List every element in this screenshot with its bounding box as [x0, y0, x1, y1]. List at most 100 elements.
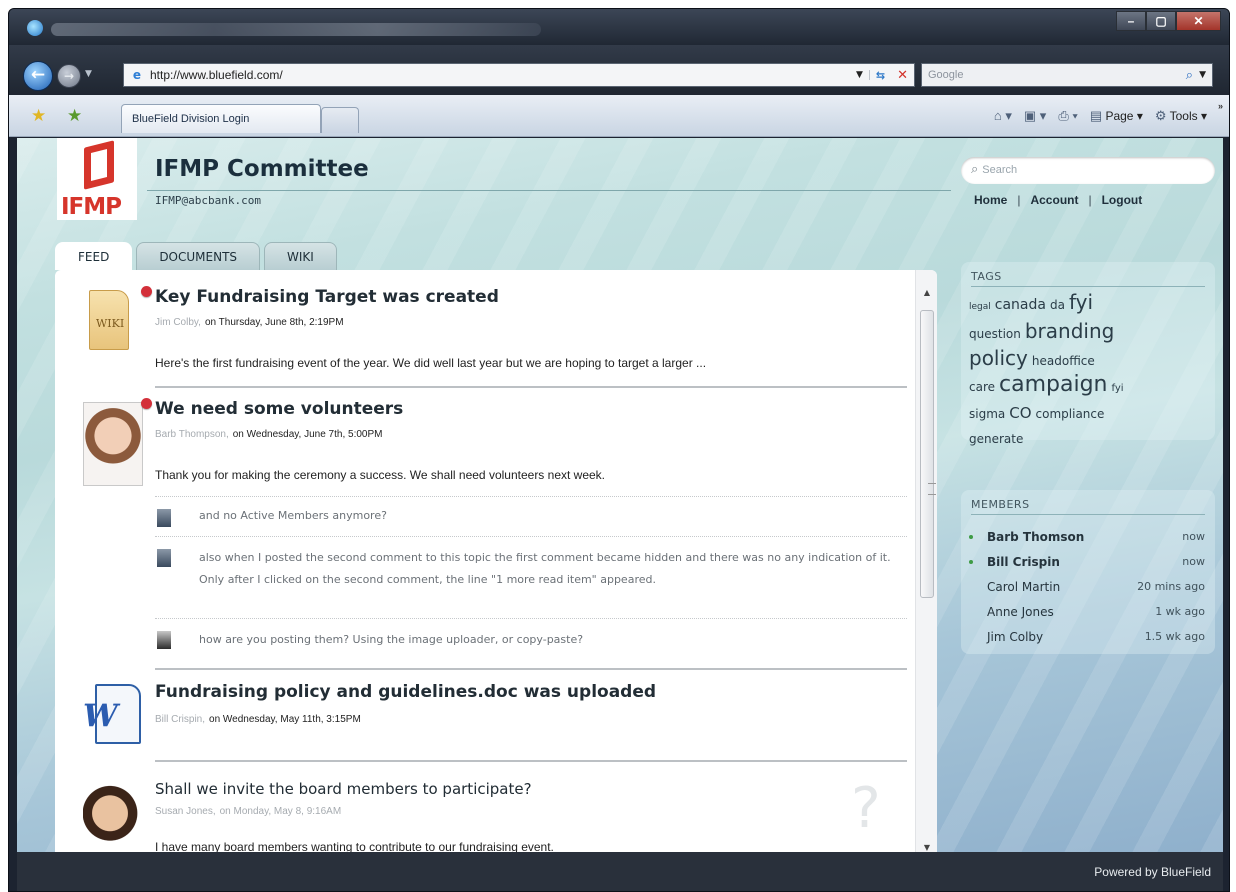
- members-divider: [971, 514, 1205, 515]
- tag-link[interactable]: fyi: [1069, 290, 1093, 314]
- post-title[interactable]: Fundraising policy and guidelines.doc wa…: [155, 682, 656, 702]
- scroll-grip: [928, 483, 936, 495]
- feed-scrollbar[interactable]: ▲ ▼: [915, 270, 937, 852]
- post-author[interactable]: Jim Colby,: [155, 317, 201, 328]
- post-body: Thank you for making the ceremony a succ…: [155, 468, 606, 482]
- member-time: now: [1182, 530, 1205, 543]
- question-icon: ?: [851, 776, 881, 841]
- tag-link[interactable]: da: [1050, 298, 1065, 312]
- post-author[interactable]: Barb Thompson,: [155, 429, 229, 440]
- comment: also when I posted the second comment to…: [155, 536, 907, 618]
- tag-link[interactable]: branding: [1025, 319, 1114, 343]
- member-name[interactable]: Carol Martin: [987, 580, 1060, 594]
- tag-link[interactable]: care: [969, 380, 995, 394]
- site-search-placeholder: Search: [982, 164, 1018, 176]
- print-icon[interactable]: ⎙ ▾: [1058, 108, 1077, 124]
- wiki-page-icon: WIKI: [89, 290, 129, 350]
- command-bar: ★ ★ BlueField Division Login ⌂ ▾ ▣ ▾ ⎙ ▾…: [9, 95, 1229, 137]
- home-link[interactable]: Home: [974, 193, 1007, 207]
- search-icon[interactable]: ⌕: [1186, 68, 1193, 83]
- tab-wiki[interactable]: WIKI: [264, 242, 337, 270]
- refresh-icon[interactable]: ⇆: [870, 69, 891, 82]
- tags-title: TAGS: [971, 270, 1002, 283]
- window-controls: – ▢ ✕: [1116, 11, 1221, 31]
- comment-text: and no Active Members anymore?: [199, 509, 387, 522]
- tab-feed[interactable]: FEED: [55, 242, 133, 270]
- member-row[interactable]: Barb Thomson now: [969, 526, 1205, 551]
- tag-link[interactable]: sigma: [969, 407, 1005, 421]
- post-author[interactable]: Susan Jones,: [155, 806, 216, 817]
- member-row[interactable]: Carol Martin 20 mins ago: [969, 576, 1205, 601]
- scroll-thumb[interactable]: [920, 310, 936, 598]
- member-row[interactable]: Jim Colby 1.5 wk ago: [969, 626, 1205, 651]
- word-letter: W: [83, 698, 118, 734]
- history-dropdown-icon[interactable]: ▼: [85, 69, 92, 79]
- tag-link[interactable]: compliance: [1036, 407, 1105, 421]
- feed-panel: WIKI Key Fundraising Target was created …: [55, 270, 937, 852]
- commenter-avatar: [157, 509, 171, 527]
- address-text[interactable]: http://www.bluefield.com/: [150, 68, 850, 82]
- member-name[interactable]: Anne Jones: [987, 605, 1054, 619]
- commenter-avatar: [157, 549, 171, 567]
- page-content: IFMP IFMP Committee IFMP@abcbank.com ⌕ Se…: [17, 138, 1223, 852]
- tag-link[interactable]: generate: [969, 432, 1023, 446]
- feeds-icon[interactable]: ▣ ▾: [1024, 108, 1046, 124]
- scroll-up-icon[interactable]: ▲: [916, 288, 937, 297]
- account-link[interactable]: Account: [1030, 193, 1078, 207]
- scroll-down-icon[interactable]: ▼: [916, 843, 937, 852]
- tag-link[interactable]: question: [969, 327, 1021, 341]
- member-time: 1.5 wk ago: [1144, 630, 1205, 643]
- favorites-star-icon[interactable]: ★: [31, 106, 46, 126]
- tag-link[interactable]: policy: [969, 346, 1028, 370]
- tag-link[interactable]: legal: [969, 302, 991, 312]
- post-title[interactable]: Shall we invite the board members to par…: [155, 780, 532, 798]
- title-divider: [147, 190, 951, 191]
- maximize-button[interactable]: ▢: [1146, 11, 1176, 31]
- tab-documents[interactable]: DOCUMENTS: [136, 242, 261, 270]
- add-favorites-icon[interactable]: ★: [67, 106, 82, 126]
- committee-email: IFMP@abcbank.com: [155, 194, 261, 207]
- forward-button[interactable]: →: [57, 64, 81, 88]
- logout-link[interactable]: Logout: [1102, 193, 1143, 207]
- member-name[interactable]: Bill Crispin: [987, 555, 1060, 569]
- tag-link[interactable]: headoffice: [1032, 354, 1095, 368]
- comment-text: also when I posted the second comment to…: [199, 551, 891, 586]
- post-meta: Susan Jones, on Monday, May 8, 9:16AM: [155, 806, 341, 817]
- search-icon: ⌕: [971, 161, 979, 176]
- member-name[interactable]: Jim Colby: [987, 630, 1043, 644]
- home-icon[interactable]: ⌂ ▾: [994, 108, 1012, 124]
- post-title[interactable]: We need some volunteers: [155, 399, 403, 419]
- browser-search-box[interactable]: Google ⌕ ▼: [921, 63, 1213, 87]
- stop-icon[interactable]: ✕: [891, 68, 914, 83]
- member-time: now: [1182, 555, 1205, 568]
- tag-link[interactable]: fyi: [1112, 383, 1124, 394]
- post-divider: [155, 668, 907, 670]
- tag-link[interactable]: CO: [1009, 404, 1031, 422]
- tools-menu[interactable]: ⚙ Tools ▾: [1155, 108, 1207, 124]
- page-menu[interactable]: ▤ Page ▾: [1090, 108, 1143, 124]
- tag-link[interactable]: campaign: [999, 372, 1107, 397]
- search-dropdown-icon[interactable]: ▼: [1199, 70, 1206, 80]
- member-row[interactable]: Bill Crispin now: [969, 551, 1205, 576]
- new-tab-button[interactable]: [321, 107, 359, 133]
- title-bar: – ▢ ✕: [9, 9, 1229, 45]
- comment: and no Active Members anymore?: [155, 496, 907, 536]
- post-title[interactable]: Key Fundraising Target was created: [155, 287, 499, 307]
- member-name[interactable]: Barb Thomson: [987, 530, 1084, 544]
- chevron-more-icon[interactable]: »: [1218, 101, 1223, 111]
- tag-link[interactable]: canada: [995, 297, 1046, 313]
- address-dropdown-icon[interactable]: ▼: [850, 70, 870, 80]
- ifmp-logo: IFMP: [57, 138, 137, 220]
- minimize-button[interactable]: –: [1116, 11, 1146, 31]
- browser-tab[interactable]: BlueField Division Login: [121, 104, 321, 133]
- post-body: I have many board members wanting to con…: [155, 840, 554, 852]
- tag-cloud: legal canada da fyi question branding policy…: [969, 290, 1209, 451]
- site-search-input[interactable]: ⌕ Search: [961, 157, 1215, 184]
- address-bar[interactable]: e http://www.bluefield.com/ ▼ ⇆ ✕: [123, 63, 915, 87]
- member-row[interactable]: Anne Jones 1 wk ago: [969, 601, 1205, 626]
- close-button[interactable]: ✕: [1176, 11, 1221, 31]
- post-date: on Wednesday, June 7th, 5:00PM: [232, 429, 383, 440]
- back-button[interactable]: ←: [23, 61, 53, 91]
- post-author[interactable]: Bill Crispin,: [155, 714, 205, 725]
- member-time: 1 wk ago: [1155, 605, 1205, 618]
